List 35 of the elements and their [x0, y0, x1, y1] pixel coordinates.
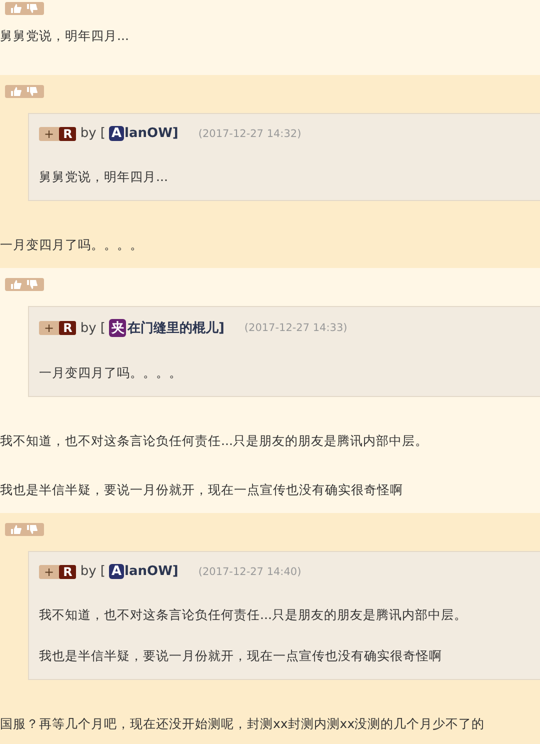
avatar: A: [109, 126, 124, 141]
thumbs-up-icon[interactable]: [11, 87, 22, 96]
post-time: (2017-12-27 14:33): [244, 322, 348, 334]
thumbs-up-icon[interactable]: [11, 280, 22, 289]
post-text: 我也是半信半疑，要说一月份就开，现在一点宣传也没有确实很奇怪啊: [0, 482, 404, 499]
plus-label[interactable]: +: [39, 321, 60, 335]
thumbs-down-icon[interactable]: [27, 87, 38, 96]
post-time: (2017-12-27 14:40): [198, 566, 302, 578]
post-text: 一月变四月了吗。。。。: [0, 237, 144, 254]
post-text: 我不知道，也不对这条言论负任何责任...只是朋友的朋友是腾讯内部中层。: [0, 433, 429, 450]
username-link[interactable]: lanOW]: [124, 126, 178, 141]
rank-label: R: [59, 564, 76, 578]
rank-label: R: [59, 126, 76, 140]
thumbs-down-icon[interactable]: [27, 4, 38, 13]
by-label: by [: [80, 126, 106, 141]
plus-label[interactable]: +: [39, 564, 60, 578]
by-label: by [: [80, 564, 106, 579]
quote-text: 舅舅党说，明年四月...: [39, 169, 169, 186]
thumbs-up-icon[interactable]: [11, 4, 22, 13]
post-text: 舅舅党说，明年四月...: [0, 28, 130, 45]
thumbs-down-icon[interactable]: [27, 280, 38, 289]
username-link[interactable]: lanOW]: [124, 564, 178, 579]
username-link[interactable]: 在门缝里的棍儿]: [127, 319, 224, 337]
avatar: A: [109, 564, 124, 579]
quote-text: 一月变四月了吗。。。。: [39, 365, 183, 382]
quote-text: 我不知道，也不对这条言论负任何责任...只是朋友的朋友是腾讯内部中层。: [39, 607, 468, 624]
thumbs-down-icon[interactable]: [27, 525, 38, 534]
plus-label[interactable]: +: [39, 126, 60, 140]
by-label: by [: [80, 320, 106, 336]
thumbs-up-icon[interactable]: [11, 525, 22, 534]
avatar: 夹: [109, 319, 126, 337]
post-text: 国服？再等几个月吧，现在还没开始测呢，封测xx封测内测xx没测的几个月少不了的: [0, 716, 486, 733]
post-time: (2017-12-27 14:32): [198, 128, 302, 140]
quote-text: 我也是半信半疑，要说一月份就开，现在一点宣传也没有确实很奇怪啊: [39, 648, 443, 665]
rank-label: R: [59, 321, 76, 335]
